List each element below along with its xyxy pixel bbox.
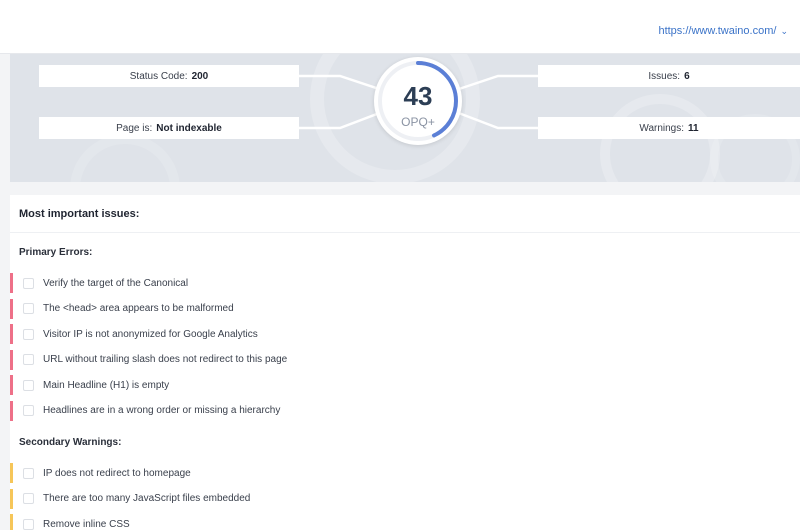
indexability-box: Page is: Not indexable	[39, 117, 299, 139]
primary-error-item[interactable]: Verify the target of the Canonical	[10, 273, 790, 293]
issue-text: Main Headline (H1) is empty	[43, 379, 170, 391]
warning-severity-bar	[10, 514, 13, 530]
error-severity-bar	[10, 349, 13, 370]
issue-text: Visitor IP is not anonymized for Google …	[43, 328, 258, 340]
issues-panel-title: Most important issues:	[19, 208, 140, 220]
issue-text: URL without trailing slash does not redi…	[43, 354, 288, 365]
warnings-label: Warnings:	[639, 122, 685, 134]
primary-error-item[interactable]: Main Headline (H1) is empty	[10, 375, 790, 395]
secondary-warnings-heading: Secondary Warnings:	[19, 437, 122, 448]
issue-checkbox[interactable]	[23, 405, 34, 416]
page-is-value: Not indexable	[156, 122, 222, 134]
issue-text: The <head> area appears to be malformed	[43, 303, 234, 314]
score-value: 43	[403, 81, 433, 111]
issue-checkbox[interactable]	[23, 467, 34, 479]
issue-checkbox[interactable]	[23, 518, 34, 530]
issue-text: There are too many JavaScript files embe…	[43, 493, 251, 504]
issues-panel: Most important issues: Primary Errors: V…	[10, 195, 800, 530]
url-selector[interactable]: https://www.twaino.com/ ⌄	[658, 25, 788, 37]
issue-checkbox[interactable]	[23, 379, 34, 391]
issue-checkbox[interactable]	[23, 303, 34, 314]
secondary-warning-item[interactable]: Remove inline CSS	[10, 514, 790, 530]
issue-checkbox[interactable]	[23, 328, 34, 340]
issues-count-box: Issues: 6	[538, 65, 800, 87]
warnings-value: 11	[688, 122, 699, 134]
warning-severity-bar	[10, 488, 13, 509]
error-severity-bar	[10, 400, 13, 421]
issue-text: Headlines are in a wrong order or missin…	[43, 405, 281, 416]
score-label: OPQ+	[401, 115, 435, 129]
error-severity-bar	[10, 298, 13, 319]
chevron-down-icon: ⌄	[780, 25, 788, 36]
status-code-label: Status Code:	[129, 70, 188, 82]
primary-errors-heading: Primary Errors:	[19, 247, 93, 258]
issue-text: Remove inline CSS	[43, 518, 130, 530]
issue-text: Verify the target of the Canonical	[43, 277, 189, 289]
secondary-warning-item[interactable]: There are too many JavaScript files embe…	[10, 488, 790, 509]
top-bar: https://www.twaino.com/ ⌄	[0, 0, 800, 54]
status-code-value: 200	[191, 70, 209, 82]
issue-checkbox[interactable]	[23, 354, 34, 365]
page-is-label: Page is:	[116, 122, 153, 134]
warning-severity-bar	[10, 463, 13, 483]
issue-checkbox[interactable]	[23, 493, 34, 504]
warnings-count-box: Warnings: 11	[538, 117, 800, 139]
summary-banner: Status Code: 200 Page is: Not indexable …	[10, 54, 800, 182]
primary-error-item[interactable]: URL without trailing slash does not redi…	[10, 349, 790, 370]
issue-text: IP does not redirect to homepage	[43, 467, 191, 479]
divider	[10, 232, 800, 233]
primary-error-item[interactable]: The <head> area appears to be malformed	[10, 298, 790, 319]
error-severity-bar	[10, 324, 13, 344]
url-selector-label: https://www.twaino.com/	[658, 25, 777, 37]
error-severity-bar	[10, 273, 13, 293]
primary-error-item[interactable]: Visitor IP is not anonymized for Google …	[10, 324, 790, 344]
primary-error-item[interactable]: Headlines are in a wrong order or missin…	[10, 400, 790, 421]
issues-label: Issues:	[648, 70, 681, 82]
secondary-warning-item[interactable]: IP does not redirect to homepage	[10, 463, 790, 483]
issues-value: 6	[684, 70, 690, 82]
opq-score-gauge: 43 OPQ+	[374, 57, 462, 145]
issue-checkbox[interactable]	[23, 277, 34, 289]
error-severity-bar	[10, 375, 13, 395]
status-code-box: Status Code: 200	[39, 65, 299, 87]
